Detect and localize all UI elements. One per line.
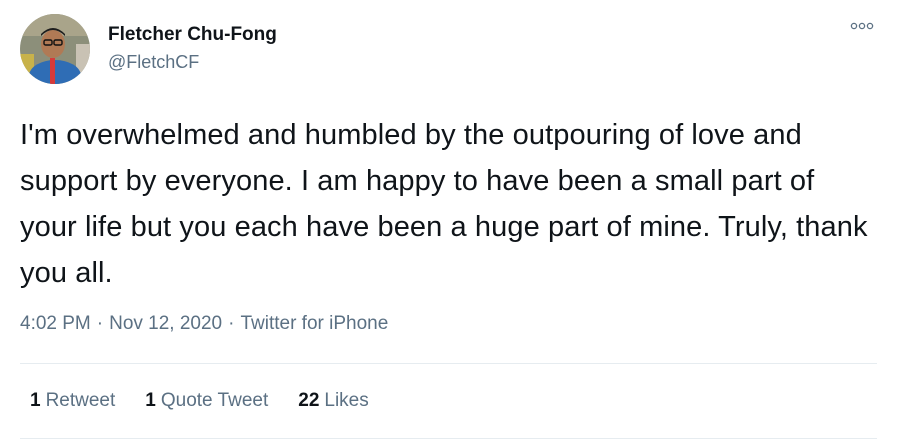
divider	[20, 363, 877, 364]
divider	[20, 438, 877, 439]
quote-tweets-count: 1	[145, 390, 156, 411]
tweet-meta: 4:02 PM · Nov 12, 2020 · Twitter for iPhone	[20, 312, 388, 336]
tweet-text: I'm overwhelmed and humbled by the outpo…	[20, 119, 868, 289]
avatar[interactable]	[20, 14, 90, 84]
likes-count: 22	[298, 390, 320, 411]
meta-separator: ·	[228, 313, 235, 334]
avatar-image	[20, 14, 90, 84]
meta-separator: ·	[96, 313, 104, 334]
user-handle[interactable]: @FletchCF	[108, 50, 277, 74]
retweets-stat[interactable]: 1 Retweet	[30, 389, 115, 413]
quote-tweets-stat[interactable]: 1 Quote Tweet	[145, 389, 268, 413]
tweet-stats: 1 Retweet 1 Quote Tweet 22 Likes	[30, 389, 399, 413]
retweets-label: Retweet	[45, 390, 116, 411]
more-options-icon[interactable]	[849, 16, 875, 36]
tweet-card: Fletcher Chu-Fong @FletchCF I'm overwhel…	[0, 0, 897, 446]
user-names: Fletcher Chu-Fong @FletchCF	[108, 23, 277, 74]
tweet-timestamp-time[interactable]: 4:02 PM	[20, 313, 91, 334]
retweets-count: 1	[30, 390, 41, 411]
quote-tweets-label: Quote Tweet	[160, 390, 269, 411]
tweet-header: Fletcher Chu-Fong @FletchCF	[20, 14, 277, 84]
display-name[interactable]: Fletcher Chu-Fong	[108, 23, 277, 47]
tweet-timestamp-date[interactable]: Nov 12, 2020	[109, 313, 222, 334]
likes-label: Likes	[324, 390, 369, 411]
tweet-source-link[interactable]: Twitter for iPhone	[240, 313, 388, 334]
likes-stat[interactable]: 22 Likes	[298, 389, 369, 413]
